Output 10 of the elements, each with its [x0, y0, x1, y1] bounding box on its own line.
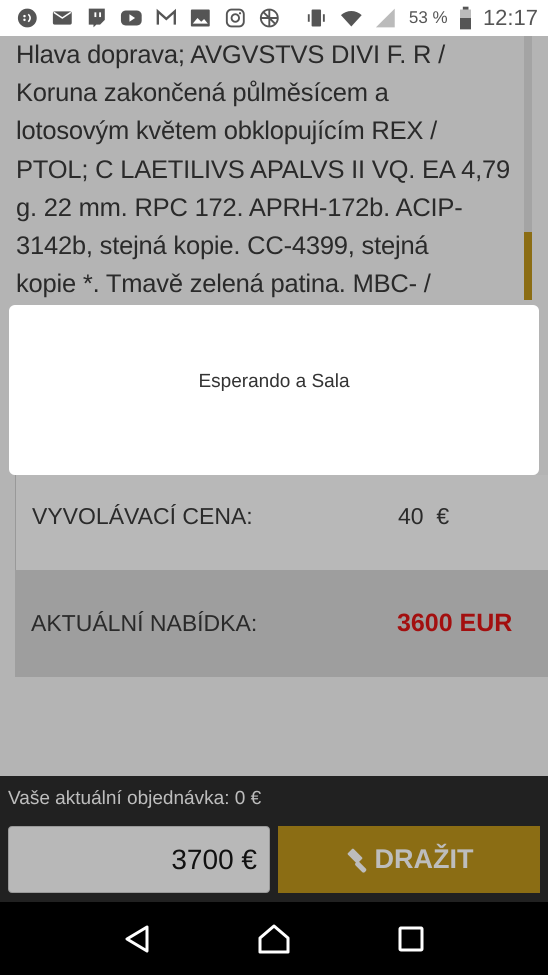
- bid-amount-field[interactable]: 3700 €: [8, 826, 270, 893]
- price-value: 3600 EUR: [397, 609, 512, 638]
- price-label: VYVOLÁVACÍ CENA:: [32, 503, 254, 530]
- battery-percent: 53 %: [408, 8, 448, 28]
- order-total: Vaše aktuální objednávka: 0 €: [8, 788, 262, 811]
- clock: 12:17: [482, 5, 538, 31]
- dialog-message: Esperando a Sala: [198, 371, 350, 393]
- item-description: Hlava doprava; AVGVSTVS DIVI F. R / Koruna zakončená půlměsícem a lotosovým květem obklopujícím REX / PTOL; C LAETILIVS APALVS II VQ. EA 4,79 g. 22 mm. RPC 172. APRH-172b. ACIP- 3142b, stejná kopie. CC-4399, stejná kopie *. Tmavě zelená patina. MBC- /: [16, 40, 511, 300]
- price-label: AKTUÁLNÍ NABÍDKA:: [31, 610, 258, 637]
- price-value: 40 €: [398, 503, 450, 530]
